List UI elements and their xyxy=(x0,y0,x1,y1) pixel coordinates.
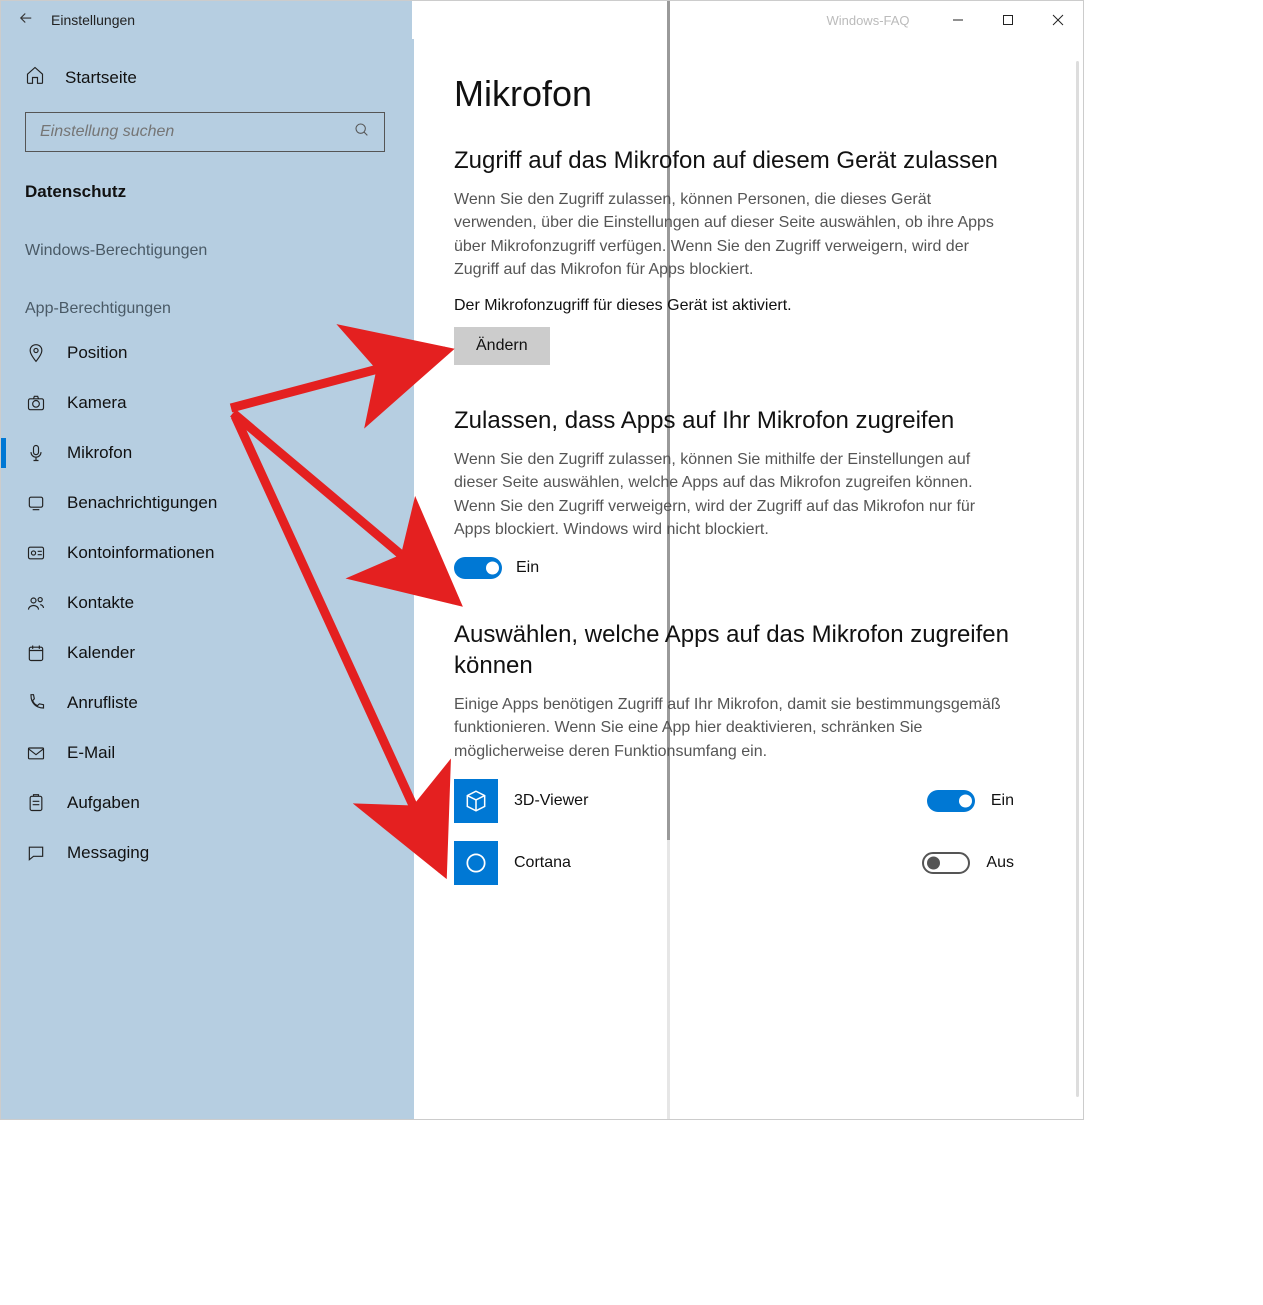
sidebar-home[interactable]: Startseite xyxy=(1,53,414,102)
app-toggle-label: Ein xyxy=(991,792,1014,810)
sidebar: Startseite Datenschutz Windows-Berechtig… xyxy=(1,39,414,1119)
sidebar-item-label: Anrufliste xyxy=(67,693,138,713)
app-row-3d-viewer: 3D-Viewer Ein xyxy=(454,779,1014,823)
maximize-button[interactable] xyxy=(983,1,1033,39)
notifications-icon xyxy=(25,492,47,514)
email-icon xyxy=(25,742,47,764)
page-title: Mikrofon xyxy=(454,73,1045,115)
sidebar-home-label: Startseite xyxy=(65,68,137,88)
search-input[interactable] xyxy=(40,123,354,141)
app-toggle-label: Aus xyxy=(986,854,1014,872)
sidebar-item-kamera[interactable]: Kamera xyxy=(1,378,414,428)
sidebar-category: Datenschutz xyxy=(1,162,414,212)
location-icon xyxy=(25,342,47,364)
section3-body: Einige Apps benötigen Zugriff auf Ihr Mi… xyxy=(454,693,1014,763)
sidebar-item-kontoinformationen[interactable]: Kontoinformationen xyxy=(1,528,414,578)
tasks-icon xyxy=(25,792,47,814)
sidebar-item-label: Kontoinformationen xyxy=(67,543,214,563)
sidebar-item-label: E-Mail xyxy=(67,743,115,763)
sidebar-item-label: Messaging xyxy=(67,843,149,863)
sidebar-group-windows-permissions: Windows-Berechtigungen xyxy=(1,212,414,270)
minimize-button[interactable] xyxy=(933,1,983,39)
search-box[interactable] xyxy=(25,112,385,152)
contacts-icon xyxy=(25,592,47,614)
section3-title: Auswählen, welche Apps auf das Mikrofon … xyxy=(454,619,1014,681)
titlebar: Einstellungen Windows-FAQ xyxy=(1,1,1083,39)
sidebar-item-label: Kamera xyxy=(67,393,127,413)
section2-title: Zulassen, dass Apps auf Ihr Mikrofon zug… xyxy=(454,405,1014,436)
sidebar-item-aufgaben[interactable]: Aufgaben xyxy=(1,778,414,828)
microphone-icon xyxy=(25,442,47,464)
app-toggle-cortana[interactable] xyxy=(922,852,970,874)
sidebar-item-messaging[interactable]: Messaging xyxy=(1,828,414,878)
sidebar-item-label: Position xyxy=(67,343,127,363)
change-button[interactable]: Ändern xyxy=(454,327,550,365)
account-icon xyxy=(25,542,47,564)
section1-title: Zugriff auf das Mikrofon auf diesem Gerä… xyxy=(454,145,1014,176)
section1-body: Wenn Sie den Zugriff zulassen, können Pe… xyxy=(454,188,1014,281)
section1-status: Der Mikrofonzugriff für dieses Gerät ist… xyxy=(454,297,1045,315)
sidebar-item-position[interactable]: Position xyxy=(1,328,414,378)
back-button[interactable] xyxy=(1,9,51,32)
sidebar-item-email[interactable]: E-Mail xyxy=(1,728,414,778)
allow-apps-toggle[interactable] xyxy=(454,557,502,579)
camera-icon xyxy=(25,392,47,414)
sidebar-group-app-permissions: App-Berechtigungen xyxy=(1,270,414,328)
app-icon-3d-viewer xyxy=(454,779,498,823)
main-content: Mikrofon Zugriff auf das Mikrofon auf di… xyxy=(414,39,1083,1119)
sidebar-item-label: Aufgaben xyxy=(67,793,140,813)
watermark-text: Windows-FAQ xyxy=(803,13,933,28)
app-row-cortana: Cortana Aus xyxy=(454,841,1014,885)
sidebar-item-mikrofon[interactable]: Mikrofon xyxy=(1,428,414,478)
app-toggle-3d-viewer[interactable] xyxy=(927,790,975,812)
sidebar-item-kalender[interactable]: Kalender xyxy=(1,628,414,678)
sidebar-item-label: Kontakte xyxy=(67,593,134,613)
sidebar-item-kontakte[interactable]: Kontakte xyxy=(1,578,414,628)
call-history-icon xyxy=(25,692,47,714)
app-name: 3D-Viewer xyxy=(514,792,911,810)
sidebar-item-anrufliste[interactable]: Anrufliste xyxy=(1,678,414,728)
main-scrollbar[interactable] xyxy=(1076,61,1079,1097)
messaging-icon xyxy=(25,842,47,864)
search-icon xyxy=(354,122,370,143)
sidebar-nav: Position Kamera Mikrofon Benachrichtigun… xyxy=(1,328,414,878)
sidebar-item-label: Mikrofon xyxy=(67,443,132,463)
app-name: Cortana xyxy=(514,854,906,872)
sidebar-item-label: Kalender xyxy=(67,643,135,663)
section2-body: Wenn Sie den Zugriff zulassen, können Si… xyxy=(454,448,1014,541)
calendar-icon xyxy=(25,642,47,664)
close-button[interactable] xyxy=(1033,1,1083,39)
app-icon-cortana xyxy=(454,841,498,885)
window-title: Einstellungen xyxy=(51,12,135,28)
sidebar-item-label: Benachrichtigungen xyxy=(67,493,217,513)
sidebar-item-benachrichtigungen[interactable]: Benachrichtigungen xyxy=(1,478,414,528)
allow-apps-toggle-label: Ein xyxy=(516,559,539,577)
home-icon xyxy=(25,65,45,90)
